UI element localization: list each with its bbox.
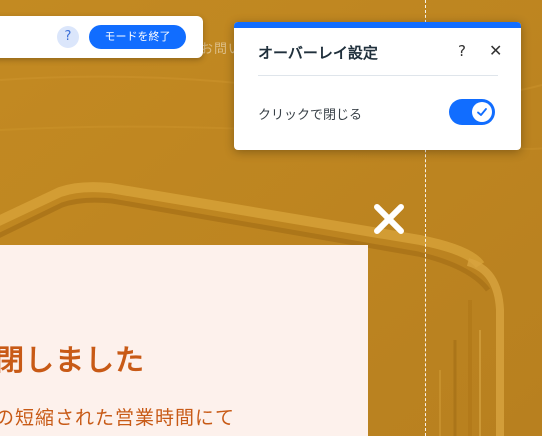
notice-card: 閉しました の短縮された営業時間にて [0, 245, 368, 436]
panel-help-button[interactable]: ? [458, 42, 466, 60]
toolbar-help-button[interactable]: ? [57, 26, 79, 48]
click-to-close-label: クリックで閉じる [258, 108, 363, 123]
toggle-knob [472, 102, 492, 122]
panel-title: オーバーレイ設定 [258, 44, 378, 62]
panel-close-button[interactable]: ✕ [489, 41, 502, 60]
overlay-settings-panel: オーバーレイ設定 ? ✕ クリックで閉じる [234, 22, 521, 150]
notice-body-text: の短縮された営業時間にて [0, 407, 236, 429]
panel-divider [258, 75, 498, 76]
close-overlay-icon[interactable] [372, 202, 406, 240]
mode-toolbar: ? モードを終了 [0, 16, 203, 58]
panel-accent-bar [234, 22, 521, 28]
checkmark-icon [477, 108, 487, 116]
exit-mode-button[interactable]: モードを終了 [89, 25, 186, 49]
click-to-close-toggle[interactable] [449, 99, 495, 125]
notice-heading: 閉しました [0, 343, 146, 377]
